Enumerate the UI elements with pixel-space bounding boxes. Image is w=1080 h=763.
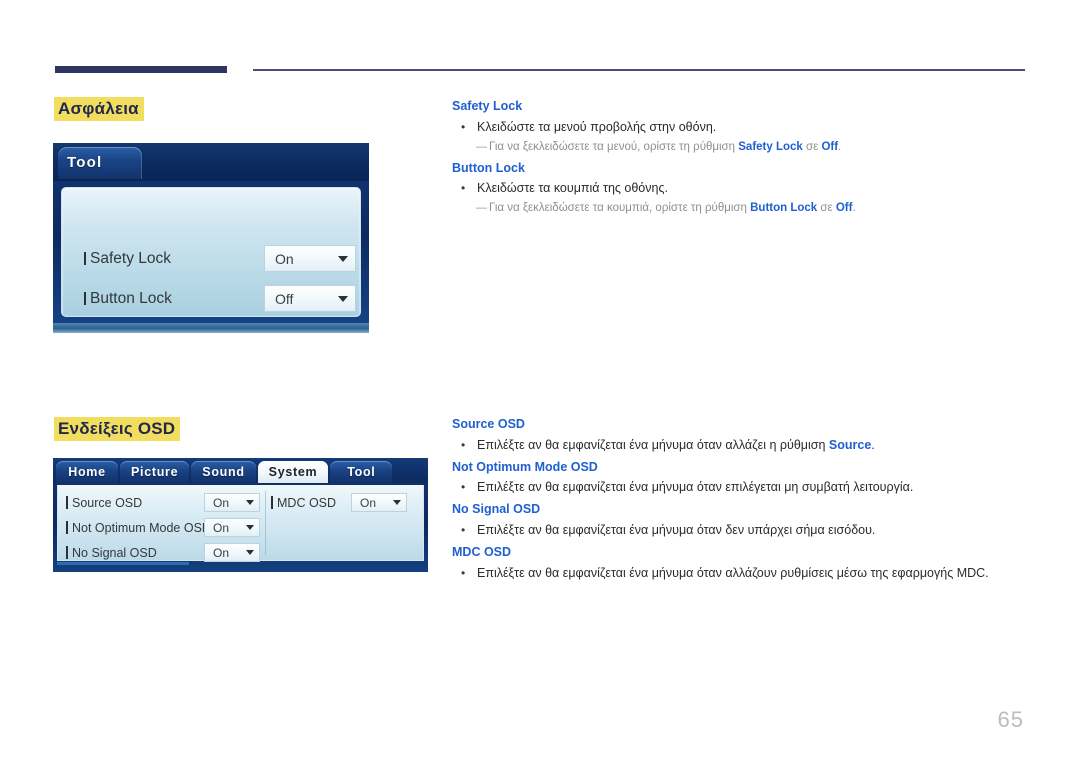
chevron-down-icon [246, 500, 254, 505]
column-divider [265, 491, 266, 555]
description-text: Επιλέξτε αν θα εμφανίζεται ένα μήνυμα ότ… [477, 480, 914, 495]
osd-tab-picture[interactable]: Picture [120, 461, 190, 483]
description-bullet: • Επιλέξτε αν θα εμφανίζεται ένα μήνυμα … [452, 565, 1042, 582]
description-block-not-optimum-mode-osd: Not Optimum Mode OSD • Επιλέξτε αν θα εμ… [452, 460, 1042, 497]
osd-row-mdc-osd: MDC OSD On [271, 493, 407, 512]
note-dash-icon: ― [476, 202, 487, 215]
description-bullet: • Επιλέξτε αν θα εμφανίζεται ένα μήνυμα … [452, 437, 1042, 454]
osd-row-safety-lock: Safety Lock On [84, 245, 356, 272]
osd-footer-strip [53, 323, 369, 333]
description-block-mdc-osd: MDC OSD • Επιλέξτε αν θα εμφανίζεται ένα… [452, 545, 1042, 582]
osd-dropdown-not-optimum-mode-osd[interactable]: On [204, 518, 260, 537]
osd-tab-sound[interactable]: Sound [191, 461, 256, 483]
description-note-text: Για να ξεκλειδώσετε τα μενού, ορίστε τη … [489, 140, 842, 153]
osd-tab-tool[interactable]: Tool [58, 147, 142, 179]
osd-titlebar: Tool [53, 143, 369, 181]
description-block-button-lock: Button Lock • Κλειδώστε τα κουμπιά της ο… [452, 161, 1042, 217]
osd-dropdown-source-osd[interactable]: On [204, 493, 260, 512]
bullet-icon: • [461, 480, 466, 495]
page-number: 65 [997, 707, 1024, 732]
note-dash-icon: ― [476, 140, 487, 153]
header-rule-thick [55, 66, 227, 73]
bullet-icon: • [461, 565, 466, 580]
description-title: Safety Lock [452, 99, 523, 113]
description-bullet: • Επιλέξτε αν θα εμφανίζεται ένα μήνυμα … [452, 522, 1042, 539]
bullet-icon: • [461, 522, 466, 537]
header-rule-thin [253, 69, 1025, 71]
osd-tab-home[interactable]: Home [56, 461, 118, 483]
osd-label-mdc-osd: MDC OSD [271, 496, 351, 510]
bullet-icon: • [461, 181, 466, 196]
description-title: Source OSD [452, 417, 525, 431]
osd-dropdown-safety-lock[interactable]: On [264, 245, 356, 272]
chevron-down-icon [246, 525, 254, 530]
description-note: ― Για να ξεκλειδώσετε τα κουμπιά, ορίστε… [452, 200, 1042, 216]
description-title: Button Lock [452, 160, 525, 175]
osd-body: Source OSD On Not Optimum Mode OSD On No… [57, 485, 424, 562]
osd-label-source-osd: Source OSD [66, 496, 204, 510]
osd-tab-bar: Home Picture Sound System Tool [53, 458, 428, 483]
osd-label-no-signal-osd: No Signal OSD [66, 546, 204, 560]
osd-row-button-lock: Button Lock Off [84, 285, 356, 312]
description-text: Επιλέξτε αν θα εμφανίζεται ένα μήνυμα ότ… [477, 437, 875, 452]
bullet-tick-icon [66, 496, 68, 509]
bullet-tick-icon [66, 521, 68, 534]
section-heading-safety: Ασφάλεια [54, 97, 144, 122]
bullet-tick-icon [84, 252, 86, 265]
osd-body: Safety Lock On Button Lock Off [61, 187, 361, 317]
description-title: No Signal OSD [452, 502, 541, 517]
chevron-down-icon [338, 295, 348, 302]
description-note-text: Για να ξεκλειδώσετε τα κουμπιά, ορίστε τ… [489, 202, 856, 215]
description-bullet: • Κλειδώστε τα μενού προβολής στην οθόνη… [452, 119, 1042, 136]
page-header-rule [0, 0, 1080, 90]
osd-dropdown-no-signal-osd[interactable]: On [204, 543, 260, 562]
description-text: Επιλέξτε αν θα εμφανίζεται ένα μήνυμα ότ… [477, 522, 876, 537]
description-block-safety-lock: Safety Lock • Κλειδώστε τα μενού προβολή… [452, 99, 1042, 155]
bullet-icon: • [461, 437, 466, 452]
osd-panel-tool: Tool Safety Lock On Button Lock Off [53, 143, 369, 333]
bullet-icon: • [461, 119, 466, 134]
chevron-down-icon [393, 500, 401, 505]
description-column-safety: Safety Lock • Κλειδώστε τα μενού προβολή… [452, 99, 1042, 218]
chevron-down-icon [338, 255, 348, 262]
description-block-source-osd: Source OSD • Επιλέξτε αν θα εμφανίζεται … [452, 417, 1042, 454]
osd-label-not-optimum-mode-osd: Not Optimum Mode OSD [66, 521, 211, 535]
description-text: Κλειδώστε τα κουμπιά της οθόνης. [477, 181, 668, 196]
osd-footer-accent [57, 562, 189, 565]
description-note: ― Για να ξεκλειδώσετε τα μενού, ορίστε τ… [452, 139, 1042, 155]
osd-tab-tool[interactable]: Tool [330, 461, 393, 483]
osd-dropdown-mdc-osd[interactable]: On [351, 493, 407, 512]
section-heading-osd: Ενδείξεις OSD [54, 417, 181, 442]
description-column-osd: Source OSD • Επιλέξτε αν θα εμφανίζεται … [452, 417, 1042, 585]
bullet-tick-icon [66, 546, 68, 559]
description-text: Κλειδώστε τα μενού προβολής στην οθόνη. [477, 119, 717, 134]
osd-row-source-osd: Source OSD On [66, 493, 260, 512]
bullet-tick-icon [271, 496, 273, 509]
description-block-no-signal-osd: No Signal OSD • Επιλέξτε αν θα εμφανίζετ… [452, 502, 1042, 539]
osd-row-not-optimum-mode-osd: Not Optimum Mode OSD On [66, 518, 260, 537]
description-title: MDC OSD [452, 544, 512, 559]
osd-tab-system[interactable]: System [257, 461, 329, 483]
description-title: Not Optimum Mode OSD [452, 459, 598, 474]
osd-dropdown-button-lock[interactable]: Off [264, 285, 356, 312]
description-bullet: • Κλειδώστε τα κουμπιά της οθόνης. [452, 180, 1042, 197]
osd-row-no-signal-osd: No Signal OSD On [66, 543, 260, 562]
description-bullet: • Επιλέξτε αν θα εμφανίζεται ένα μήνυμα … [452, 479, 1042, 496]
osd-label-button-lock: Button Lock [84, 290, 264, 308]
osd-panel-system: Home Picture Sound System Tool Source OS… [53, 458, 428, 572]
bullet-tick-icon [84, 292, 86, 305]
chevron-down-icon [246, 550, 254, 555]
osd-label-safety-lock: Safety Lock [84, 250, 264, 268]
description-text: Επιλέξτε αν θα εμφανίζεται ένα μήνυμα ότ… [477, 565, 989, 580]
